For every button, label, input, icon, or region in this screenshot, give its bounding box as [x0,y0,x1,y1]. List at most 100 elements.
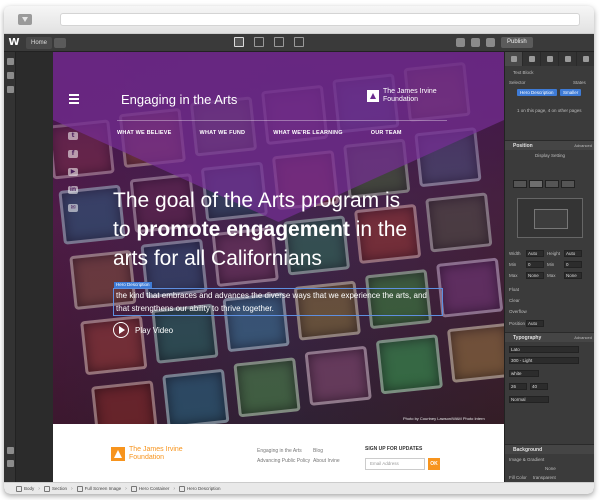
redo-icon[interactable] [471,38,480,47]
desktop-device-icon[interactable] [234,37,244,47]
signup-ok-button[interactable]: OK [428,458,440,470]
brand-line-2: Foundation [383,96,419,103]
clear-label: Clear [509,298,520,303]
photo-credit: Photo by Courtney Lawson/WAM Photo Inter… [403,416,485,421]
twitter-icon[interactable]: t [68,132,78,140]
gear-icon [528,56,535,62]
help-icon[interactable] [7,460,14,467]
line-height-field[interactable]: 40 [530,383,548,390]
email-field[interactable]: Email Address [365,458,425,470]
overflow-label: Overflow [509,309,527,314]
text-color-field[interactable]: white [509,370,539,377]
typography-section[interactable]: Typography Advanced [505,332,594,342]
brush-icon [510,56,517,62]
max-width-field[interactable]: None [526,272,544,279]
class-chip[interactable]: Hero Description [517,89,557,96]
breadcrumb-item[interactable]: Hero Description [179,486,221,492]
tab-settings[interactable] [523,52,541,66]
add-element-icon[interactable] [7,58,14,65]
hero-section[interactable]: t f ▶ in ✉ Engaging in the Arts The Jame… [53,52,504,424]
display-none-button[interactable] [561,180,575,188]
height-field[interactable]: Auto [564,250,582,257]
preview-eye-icon[interactable] [54,38,66,48]
selector-usage-note: 1 on this page, 4 on other pages [517,108,582,113]
fill-color-field[interactable]: transparent [533,475,556,480]
text-align-field[interactable]: Normal [509,396,549,403]
play-icon [113,322,129,338]
states-label[interactable]: States [573,80,586,85]
box-model-editor[interactable] [517,198,583,238]
device-switcher [234,37,304,47]
irvine-brand[interactable]: The James Irvine Foundation [367,88,437,104]
design-canvas[interactable]: t f ▶ in ✉ Engaging in the Arts The Jame… [53,52,504,482]
tab-style[interactable] [505,52,523,66]
display-inline-block-button[interactable] [529,180,543,188]
nav-our-team[interactable]: OUR TEAM [371,130,402,136]
position-field[interactable]: Auto [526,320,544,327]
facebook-icon[interactable]: f [68,150,78,158]
footer-links-col-1: Engaging in the Arts Advancing Public Po… [257,446,310,466]
phone-portrait-icon[interactable] [294,37,304,47]
footer-brand-line-1: The James Irvine [129,446,183,453]
page-selector[interactable]: Home [26,37,53,49]
class-chip[interactable]: Smaller [560,89,582,96]
font-family-select[interactable]: Lato [509,346,579,353]
navigator-icon[interactable] [7,72,14,79]
social-links: t f ▶ in ✉ [68,132,78,222]
pages-icon[interactable] [7,86,14,93]
webflow-logo[interactable]: W [8,37,20,49]
publish-button[interactable]: Publish [501,37,533,48]
footer-link[interactable]: About Irvine [313,456,340,466]
undo-icon[interactable] [456,38,465,47]
nav-what-we-believe[interactable]: WHAT WE BELIEVE [117,130,172,136]
display-settings-label: Display Setting [535,153,566,158]
font-weight-select[interactable]: 300 - Light [509,357,579,364]
display-inline-button[interactable] [545,180,559,188]
footer-brand[interactable]: The James Irvine Foundation [111,446,183,462]
width-field[interactable]: Auto [526,250,544,257]
export-icon[interactable] [486,38,495,47]
linkedin-icon[interactable]: in [68,186,78,194]
max-height-field[interactable]: None [564,272,582,279]
footer-link[interactable]: Advancing Public Policy [257,456,310,466]
site-page-title: Engaging in the Arts [121,92,238,107]
hero-headline[interactable]: The goal of the Arts program is to promo… [113,186,413,273]
tab-symbols[interactable] [559,52,577,66]
display-block-button[interactable] [513,180,527,188]
tablet-device-icon[interactable] [254,37,264,47]
min-height-field[interactable]: 0 [564,261,582,268]
float-label: Float [509,287,520,292]
footer-links-col-2: Blog About Irvine [313,446,340,466]
phone-landscape-icon[interactable] [274,37,284,47]
nav-what-we-fund[interactable]: WHAT WE FUND [200,130,246,136]
hero-description[interactable]: the kind that embraces and advances the … [113,288,443,316]
font-size-field[interactable]: 26 [509,383,527,390]
min-width-field[interactable]: 0 [526,261,544,268]
tab-assets[interactable] [577,52,594,66]
webflow-designer: W Home Publish t f ▶ in ✉ Engaging in th… [4,34,594,494]
left-toolbar [4,52,16,482]
browser-menu-icon[interactable] [18,14,32,25]
irvine-logo-icon [367,90,379,102]
site-nav: WHAT WE BELIEVE WHAT WE FUND WHAT WE'RE … [117,120,447,136]
breadcrumb-item[interactable]: Section [44,486,67,492]
footer-link[interactable]: Engaging in the Arts [257,446,310,456]
image-gradient-value[interactable]: None [545,466,556,471]
play-video-label: Play Video [135,325,174,335]
play-video-button[interactable]: Play Video [113,322,173,338]
address-bar[interactable] [60,13,580,26]
settings-icon[interactable] [7,447,14,454]
nav-what-were-learning[interactable]: WHAT WE'RE LEARNING [273,130,342,136]
headline-bold: promote engagement [136,218,350,241]
background-section[interactable]: Background [505,444,594,454]
breadcrumb-item[interactable]: Full Screen Image [77,486,122,492]
footer-link[interactable]: Blog [313,446,340,456]
menu-hamburger-icon[interactable] [69,94,79,106]
breadcrumb-item[interactable]: Hero Container [131,486,170,492]
tab-navigator[interactable] [541,52,559,66]
email-icon[interactable]: ✉ [68,204,78,212]
breadcrumb-item[interactable]: Body [16,486,34,492]
position-section[interactable]: Position Advanced [505,140,594,150]
youtube-icon[interactable]: ▶ [68,168,78,176]
style-panel: Text Block Selector States Hero Descript… [504,52,594,482]
